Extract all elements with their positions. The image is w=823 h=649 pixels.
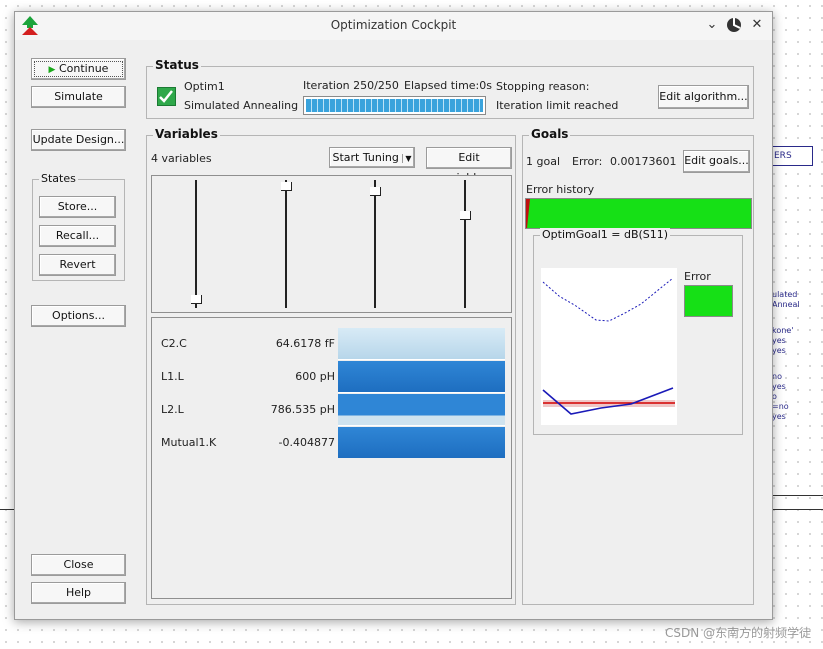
error-history-chart: [525, 198, 752, 229]
optimization-cockpit-window: Optimization Cockpit ⌄ ✕ ▶ Continue Simu…: [14, 11, 773, 620]
goal-plot-svg: [542, 277, 675, 415]
start-tuning-button[interactable]: Start Tuning ▼: [329, 147, 415, 168]
optim-name: Optim1: [184, 80, 225, 93]
window-title: Optimization Cockpit: [330, 18, 457, 32]
pin-icon[interactable]: [725, 16, 743, 34]
variable-row[interactable]: L2.L 786.535 pH: [152, 393, 511, 426]
variables-count: 4 variables: [151, 152, 212, 165]
start-tuning-label: Start Tuning: [332, 151, 399, 164]
store-button[interactable]: Store...: [39, 196, 116, 218]
variable-row[interactable]: Mutual1.K -0.404877: [152, 426, 511, 459]
variable-range-bar: [338, 427, 505, 458]
dropdown-arrow-icon[interactable]: ▼: [402, 154, 412, 163]
variable-row[interactable]: C2.C 64.6178 fF: [152, 327, 511, 360]
slider-track: [374, 180, 376, 308]
tuning-sliders-pane: [151, 175, 512, 313]
continue-label: Continue: [58, 62, 109, 75]
close-button[interactable]: Close: [31, 554, 126, 576]
upper-trace: [542, 277, 674, 322]
help-button[interactable]: Help: [31, 582, 126, 604]
close-icon[interactable]: ✕: [748, 16, 766, 34]
revert-button[interactable]: Revert: [39, 254, 116, 276]
check-icon: [157, 87, 176, 106]
slider-track: [195, 180, 197, 308]
simulate-button[interactable]: Simulate: [31, 86, 126, 108]
slider-thumb-mutual[interactable]: [460, 210, 471, 220]
continue-button[interactable]: ▶ Continue: [31, 58, 126, 80]
play-icon: ▶: [48, 65, 56, 75]
schematic-component-box: ERS: [771, 146, 813, 166]
edit-goals-button[interactable]: Edit goals...: [683, 150, 750, 173]
variables-table: C2.C 64.6178 fF L1.L 600 pH L2.L 786.535…: [151, 317, 512, 599]
schematic-side-text: ulated Anneal kone' yes yes no yes o =no…: [772, 290, 800, 421]
slider-thumb-l2[interactable]: [370, 187, 381, 197]
title-bar[interactable]: Optimization Cockpit ⌄ ✕: [15, 12, 772, 40]
states-title: States: [39, 172, 78, 185]
variable-value: 64.6178 fF: [275, 337, 335, 350]
schematic-wire: [771, 495, 823, 496]
variables-title: Variables: [153, 127, 220, 141]
stopping-reason-label: Stopping reason:: [496, 80, 590, 93]
recall-button[interactable]: Recall...: [39, 225, 116, 247]
goal-plot-title: OptimGoal1 = dB(S11): [540, 228, 671, 241]
variable-value: 600 pH: [295, 370, 335, 383]
options-button[interactable]: Options...: [31, 305, 126, 327]
watermark: CSDN @东南方的射频学徒: [664, 626, 811, 640]
goals-count: 1 goal: [526, 155, 561, 168]
update-design-button[interactable]: Update Design...: [31, 129, 126, 151]
slider-track: [285, 180, 287, 308]
variable-row[interactable]: L1.L 600 pH: [152, 360, 511, 393]
error-history-label: Error history: [526, 183, 595, 196]
slider-thumb-c2[interactable]: [191, 295, 202, 305]
error-history-initial-spike: [526, 199, 530, 228]
edit-variables-button[interactable]: Edit variables...: [426, 147, 512, 184]
iteration-progress-bar: [303, 96, 486, 115]
variable-range-bar: [338, 394, 505, 426]
plot-legend-error: Error: [684, 270, 711, 283]
variable-range-bar: [338, 361, 505, 393]
error-indicator: [684, 285, 733, 317]
goals-error-label: Error:: [572, 155, 603, 168]
slider-track: [464, 180, 466, 308]
status-title: Status: [153, 58, 201, 72]
variable-range-bar: [338, 328, 505, 360]
variable-value: 786.535 pH: [270, 403, 335, 416]
variable-name: L1.L: [161, 370, 184, 383]
variable-name: L2.L: [161, 403, 184, 416]
elapsed-time: Elapsed time:0s: [404, 79, 492, 92]
progress-fill: [306, 99, 483, 112]
goal-plot-area: [541, 268, 677, 425]
variable-name: Mutual1.K: [161, 436, 217, 449]
variable-value: -0.404877: [278, 436, 335, 449]
slider-thumb-l1[interactable]: [281, 182, 292, 192]
edit-algorithm-button[interactable]: Edit algorithm...: [658, 85, 749, 109]
stopping-reason: Iteration limit reached: [496, 99, 619, 112]
iteration-count: Iteration 250/250: [303, 79, 399, 92]
algorithm-name: Simulated Annealing: [184, 99, 299, 112]
goals-title: Goals: [529, 127, 571, 141]
variable-name: C2.C: [161, 337, 187, 350]
goals-error-value: 0.00173601: [610, 155, 677, 168]
chevron-down-icon[interactable]: ⌄: [703, 16, 721, 34]
